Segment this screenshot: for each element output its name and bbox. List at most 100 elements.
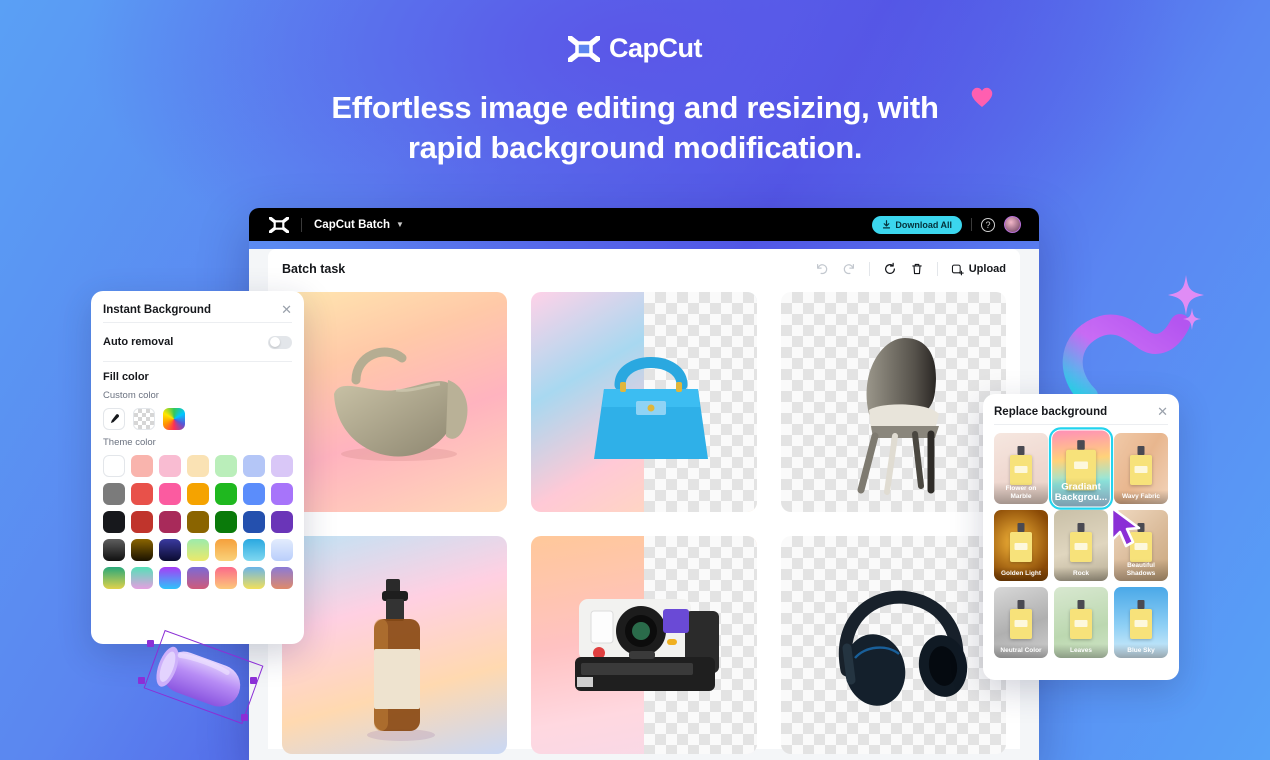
background-thumbnail-label: Gradiant Backgrou... xyxy=(1052,477,1110,507)
background-thumbnail[interactable]: Golden Light xyxy=(994,510,1048,581)
background-thumbnail[interactable]: Gradiant Backgrou... xyxy=(1048,427,1114,510)
theme-color-swatch[interactable] xyxy=(103,455,125,477)
custom-color-label: Custom color xyxy=(103,390,159,401)
divider xyxy=(103,361,292,362)
background-thumbnail-label: Blue Sky xyxy=(1114,643,1168,658)
theme-color-swatch[interactable] xyxy=(131,483,153,505)
trash-icon[interactable] xyxy=(910,262,924,276)
replace-background-panel: Replace background ✕ Flower on Marble Gra… xyxy=(983,394,1179,680)
theme-color-swatch[interactable] xyxy=(187,455,209,477)
auto-removal-label: Auto removal xyxy=(103,336,174,348)
theme-color-swatch[interactable] xyxy=(215,455,237,477)
avatar[interactable] xyxy=(1004,216,1021,233)
theme-color-swatch[interactable] xyxy=(131,511,153,533)
theme-color-swatch[interactable] xyxy=(103,511,125,533)
theme-color-swatch[interactable] xyxy=(243,511,265,533)
close-icon[interactable]: ✕ xyxy=(281,303,292,316)
theme-color-swatch[interactable] xyxy=(159,567,181,589)
background-thumbnail[interactable]: Blue Sky xyxy=(1114,587,1168,658)
page-title: Effortless image editing and resizing, w… xyxy=(255,88,1015,169)
redo-icon[interactable] xyxy=(842,262,856,276)
capcut-logo-icon[interactable] xyxy=(269,216,289,233)
eyedropper-swatch-button[interactable] xyxy=(103,408,125,430)
download-all-button[interactable]: Download All xyxy=(872,215,962,234)
theme-color-swatch[interactable] xyxy=(243,483,265,505)
upload-icon xyxy=(951,264,964,275)
theme-color-swatch[interactable] xyxy=(215,483,237,505)
theme-color-swatch[interactable] xyxy=(187,483,209,505)
background-thumbnail[interactable]: Wavy Fabric xyxy=(1114,433,1168,504)
theme-color-swatch[interactable] xyxy=(187,539,209,561)
theme-color-swatch[interactable] xyxy=(271,511,293,533)
theme-color-swatch[interactable] xyxy=(243,455,265,477)
undo-icon[interactable] xyxy=(815,262,829,276)
theme-color-swatch[interactable] xyxy=(187,567,209,589)
auto-removal-toggle[interactable] xyxy=(268,335,292,349)
refresh-icon[interactable] xyxy=(883,262,897,276)
fill-color-label: Fill color xyxy=(103,371,149,383)
theme-color-swatch[interactable] xyxy=(243,539,265,561)
brand-name: CapCut xyxy=(609,33,703,63)
theme-color-swatch[interactable] xyxy=(271,539,293,561)
grid-item-chair[interactable] xyxy=(780,292,1006,512)
theme-color-swatch[interactable] xyxy=(215,539,237,561)
task-toolbar: Batch task Upload xyxy=(268,249,1020,289)
theme-color-swatch[interactable] xyxy=(243,567,265,589)
theme-color-swatch[interactable] xyxy=(131,567,153,589)
theme-color-swatch[interactable] xyxy=(103,539,125,561)
theme-color-swatch[interactable] xyxy=(103,567,125,589)
upload-button[interactable]: Upload xyxy=(951,263,1006,276)
theme-color-swatch[interactable] xyxy=(159,483,181,505)
upload-label: Upload xyxy=(968,263,1006,275)
theme-color-swatch[interactable] xyxy=(103,483,125,505)
project-name[interactable]: CapCut Batch xyxy=(314,219,390,231)
selection-handle-tr[interactable] xyxy=(250,677,257,684)
theme-color-swatch[interactable] xyxy=(131,455,153,477)
theme-color-swatch[interactable] xyxy=(271,455,293,477)
theme-color-grid xyxy=(103,455,293,589)
grid-item-spray-bottle[interactable] xyxy=(282,536,508,754)
theme-color-swatch[interactable] xyxy=(271,483,293,505)
background-thumbnail[interactable]: Neutral Color xyxy=(994,587,1048,658)
selection-handle-br[interactable] xyxy=(241,714,248,721)
purple-cylinder-object[interactable] xyxy=(133,629,268,731)
cursor-arrow-icon xyxy=(1110,506,1141,548)
theme-color-swatch[interactable] xyxy=(159,511,181,533)
background-thumbnail[interactable]: Rock xyxy=(1054,510,1108,581)
auto-removal-row[interactable]: Auto removal xyxy=(103,323,292,361)
grid-item-headphones[interactable] xyxy=(780,536,1006,754)
theme-color-swatch[interactable] xyxy=(159,539,181,561)
rainbow-swatch-button[interactable] xyxy=(163,408,185,430)
theme-color-swatch[interactable] xyxy=(271,567,293,589)
help-icon[interactable]: ? xyxy=(981,217,995,232)
transparent-swatch-button[interactable] xyxy=(133,408,155,430)
background-thumbnail-label: Rock xyxy=(1054,566,1108,581)
divider xyxy=(936,262,938,276)
background-thumbnail[interactable]: Leaves xyxy=(1054,587,1108,658)
perfume-bottle-preview xyxy=(1070,531,1092,562)
app-topbar: CapCut Batch ▼ Download All ? xyxy=(249,208,1039,241)
selection-handle-bl[interactable] xyxy=(138,677,145,684)
grid-item-instant-camera[interactable] xyxy=(531,536,757,754)
close-icon[interactable]: ✕ xyxy=(1157,405,1168,418)
theme-color-swatch[interactable] xyxy=(131,539,153,561)
grid-item-handbag-blue[interactable] xyxy=(531,292,757,512)
theme-color-swatch[interactable] xyxy=(159,455,181,477)
background-thumbnail[interactable]: Flower on Marble xyxy=(994,433,1048,504)
selection-handle-tl[interactable] xyxy=(147,640,154,647)
background-thumbnail-label: Leaves xyxy=(1054,643,1108,658)
eyedropper-icon xyxy=(110,414,119,423)
download-icon xyxy=(883,220,891,229)
headline-line-1: Effortless image editing and resizing, w… xyxy=(331,90,939,125)
theme-color-swatch[interactable] xyxy=(215,511,237,533)
background-thumbnail-label: Flower on Marble xyxy=(994,482,1048,504)
background-thumbnail-label: Wavy Fabric xyxy=(1114,489,1168,504)
perfume-bottle-preview xyxy=(1070,608,1092,639)
theme-color-swatch[interactable] xyxy=(215,567,237,589)
divider xyxy=(301,217,302,232)
chevron-down-icon[interactable]: ▼ xyxy=(396,220,404,229)
grid-item-handbag-beige[interactable] xyxy=(282,292,508,512)
divider xyxy=(971,218,972,231)
theme-color-swatch[interactable] xyxy=(187,511,209,533)
brand-logo: CapCut xyxy=(0,33,1270,64)
